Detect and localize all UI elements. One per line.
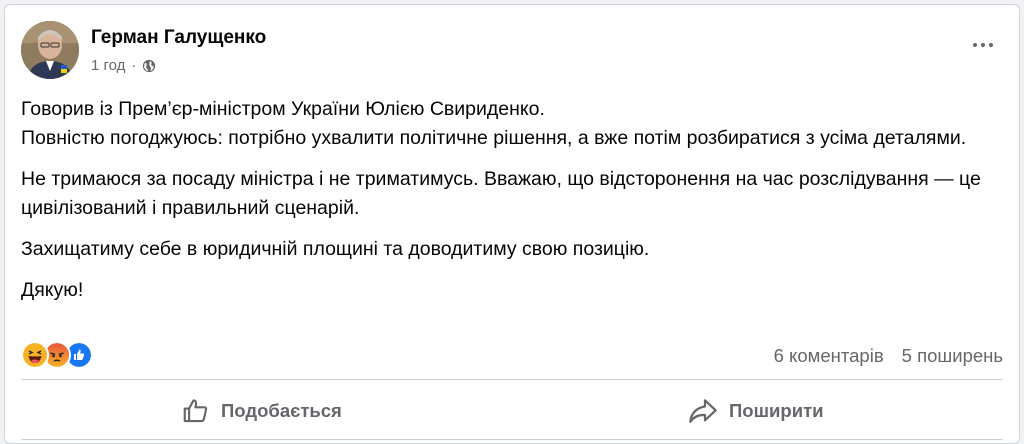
post-timestamp[interactable]: 1 год	[91, 57, 125, 74]
engagement-counts: 6 коментарів 5 поширень	[774, 345, 1003, 367]
post-card: Герман Галущенко 1 год · Говорив із Прем…	[4, 4, 1020, 444]
actions-divider	[21, 379, 1003, 380]
share-arrow-icon	[689, 399, 717, 423]
avatar-image	[21, 21, 79, 79]
meta-separator: ·	[131, 57, 137, 74]
post-body: Говорив із Прем’єр-міністром України Юлі…	[21, 95, 1011, 317]
globe-icon[interactable]	[142, 59, 156, 73]
post-paragraph-group: Говорив із Прем’єр-міністром України Юлі…	[21, 95, 1011, 153]
like-button[interactable]: Подобається	[181, 389, 342, 433]
more-dots-icon	[973, 43, 977, 47]
post-paragraph: Говорив із Прем’єр-міністром України Юлі…	[21, 98, 545, 120]
comments-count[interactable]: 6 коментарів	[774, 345, 884, 367]
more-options-button[interactable]	[965, 35, 1001, 55]
post-paragraph: Захищатиму себе в юридичній площині та д…	[21, 238, 650, 260]
share-button-label: Поширити	[729, 400, 824, 421]
author-name[interactable]: Герман Галущенко	[91, 27, 266, 49]
post-meta: 1 год ·	[91, 57, 156, 74]
thumbs-up-icon	[183, 399, 208, 423]
shares-count[interactable]: 5 поширень	[902, 345, 1003, 367]
more-dots-icon	[981, 43, 985, 47]
more-dots-icon	[989, 43, 993, 47]
share-button[interactable]: Поширити	[687, 389, 824, 433]
post-paragraph: Повністю погоджуюсь: потрібно ухвалити п…	[21, 127, 967, 149]
post-paragraph: Дякую!	[21, 279, 84, 301]
author-avatar[interactable]	[21, 21, 79, 79]
counts-spacer	[884, 345, 902, 367]
like-button-label: Подобається	[221, 400, 342, 421]
post-paragraph: Не тримаюся за посаду міністра і не трим…	[21, 168, 981, 219]
bottom-divider	[21, 439, 1003, 440]
reaction-summary[interactable]	[21, 341, 93, 369]
haha-reaction-icon	[21, 341, 49, 369]
